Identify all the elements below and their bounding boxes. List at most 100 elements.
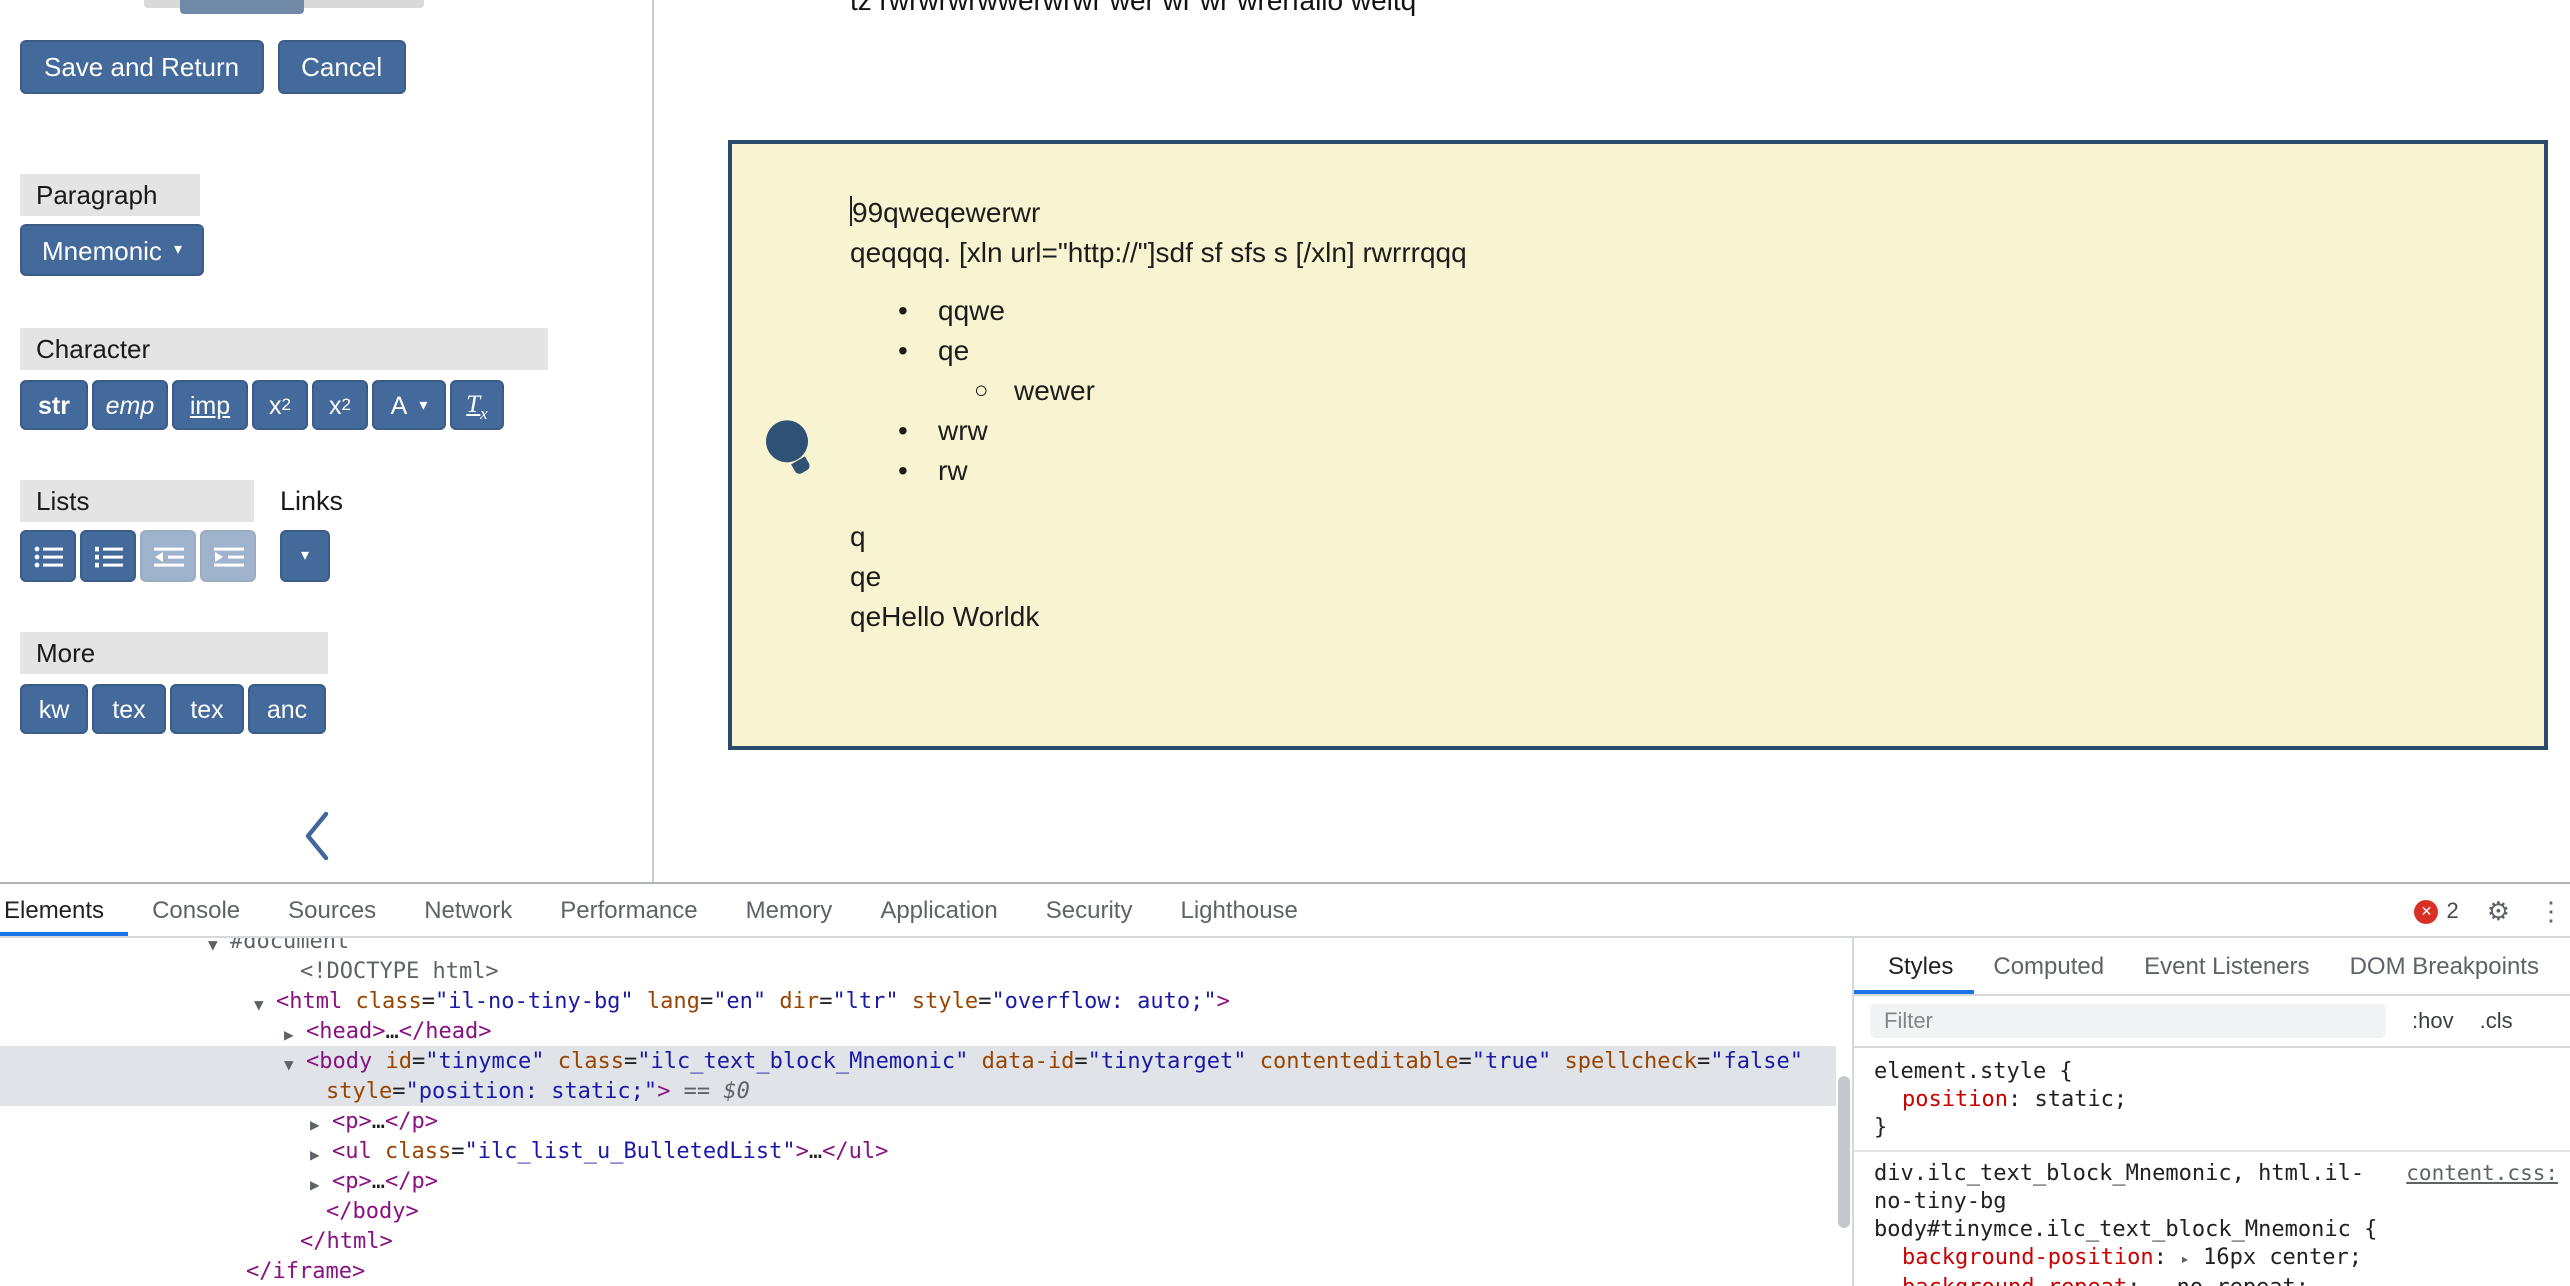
indent-button[interactable] — [200, 530, 256, 582]
mnemonic-block[interactable]: 99qweqewerwr qeqqqq. [xln url="http://"]… — [728, 140, 2548, 750]
devtools-tab-network[interactable]: Network — [400, 884, 536, 936]
collapsed-arrow-icon[interactable]: ▶ — [310, 1140, 320, 1166]
style-rule-line[interactable]: background-repeat: ▸ no-repeat; — [1854, 1274, 2570, 1286]
list-item: •qqwe — [850, 290, 2490, 330]
devtools-tab-console[interactable]: Console — [128, 884, 264, 936]
bulleted-list: •qqwe •qe ○wewer •wrw •rw — [850, 290, 2490, 490]
devtools-panel: ElementsConsoleSourcesNetworkPerformance… — [0, 882, 2570, 1286]
devtools-tab-memory[interactable]: Memory — [722, 884, 857, 936]
clipped-slider-thumb[interactable] — [180, 0, 304, 14]
scrollbar[interactable] — [1836, 938, 1852, 1286]
important-button[interactable]: imp — [172, 380, 248, 430]
cancel-button[interactable]: Cancel — [277, 40, 406, 94]
tex-button-2[interactable]: tex — [170, 684, 244, 734]
list-item: •rw — [850, 450, 2490, 490]
error-count-badge[interactable]: ✕2 — [2414, 899, 2458, 923]
style-filter-input[interactable] — [1870, 1004, 2386, 1038]
paragraph-text: 99qweqewerwr — [852, 196, 1040, 228]
dom-tree-line[interactable]: ▶<p>…</p> — [0, 1166, 1836, 1196]
style-rule-line[interactable]: } — [1854, 1114, 2570, 1142]
subscript-script: 2 — [342, 397, 351, 414]
outdent-button[interactable] — [140, 530, 196, 582]
sidebar-tab-event-listeners[interactable]: Event Listeners — [2124, 938, 2329, 994]
dom-tree-line[interactable]: </body> — [0, 1196, 1836, 1226]
collapsed-arrow-icon[interactable]: ▶ — [310, 1110, 320, 1136]
page-editor-content: tz rwrwrwrwwerwrwr wer wr wr wrerfallo w… — [656, 0, 2570, 882]
expanded-arrow-icon[interactable]: ▼ — [284, 1050, 294, 1076]
style-rule-line[interactable]: no-tiny-bg — [1854, 1188, 2570, 1216]
tex-button[interactable]: tex — [92, 684, 166, 734]
clear-format-button[interactable]: Tx — [450, 380, 504, 430]
stylesheet-link[interactable]: content.css: — [2406, 1160, 2558, 1188]
dom-tree-line[interactable]: </html> — [0, 1226, 1836, 1256]
error-count: 2 — [2446, 899, 2458, 923]
sidebar-tab-dom-breakpoints[interactable]: DOM Breakpoints — [2330, 938, 2559, 994]
devtools-tab-sources[interactable]: Sources — [264, 884, 400, 936]
expanded-arrow-icon[interactable]: ▼ — [254, 990, 264, 1016]
clipped-slider-track[interactable] — [144, 0, 424, 8]
settings-gear-icon[interactable]: ⚙ — [2487, 895, 2510, 927]
sidebar-tab-styles[interactable]: Styles — [1854, 938, 1973, 994]
list-item-text: wewer — [1014, 374, 1095, 406]
class-toggle[interactable]: .cls — [2480, 1009, 2513, 1033]
anchor-button[interactable]: anc — [248, 684, 326, 734]
collapse-panel-button[interactable] — [300, 808, 336, 874]
links-dropdown-button[interactable]: ▾ — [280, 530, 330, 582]
styles-sidebar: StylesComputedEvent ListenersDOM Breakpo… — [1852, 938, 2570, 1286]
links-section-label: Links — [280, 480, 343, 522]
styles-sidebar-tabs: StylesComputedEvent ListenersDOM Breakpo… — [1854, 938, 2570, 996]
dom-tree-line[interactable]: ▶<p>…</p> — [0, 1106, 1836, 1136]
save-and-return-button[interactable]: Save and Return — [20, 40, 263, 94]
dom-tree-line[interactable]: ▶<head>…</head> — [0, 1016, 1836, 1046]
devtools-body: ▼#document<!DOCTYPE html>▼<html class="i… — [0, 938, 2570, 1286]
keyword-button[interactable]: kw — [20, 684, 88, 734]
paragraph-style-dropdown[interactable]: Mnemonic ▾ — [20, 224, 204, 276]
style-rule-line[interactable]: element.style { — [1854, 1058, 2570, 1086]
error-icon: ✕ — [2414, 899, 2438, 923]
dom-tree: ▼#document<!DOCTYPE html>▼<html class="i… — [0, 938, 1836, 1286]
collapsed-arrow-icon[interactable]: ▶ — [284, 1020, 294, 1046]
caret-down-icon: ▾ — [419, 397, 427, 413]
expanded-arrow-icon[interactable]: ▼ — [208, 938, 218, 956]
clipped-paragraph-text[interactable]: tz rwrwrwrwwerwrwr wer wr wr wrerfallo w… — [850, 0, 1416, 16]
style-rule-line[interactable]: content.css:div.ilc_text_block_Mnemonic,… — [1854, 1160, 2570, 1188]
clear-format-glyph: Tx — [466, 389, 487, 421]
subscript-base: x — [329, 391, 342, 419]
style-rule-line[interactable]: background-position: ▸ 16px center; — [1854, 1244, 2570, 1274]
subscript-button[interactable]: x2 — [312, 380, 368, 430]
devtools-tab-performance[interactable]: Performance — [536, 884, 721, 936]
dom-tree-line[interactable]: </iframe> — [0, 1256, 1836, 1286]
bullet-list-icon — [33, 545, 63, 567]
mnemonic-text[interactable]: 99qweqewerwr qeqqqq. [xln url="http://"]… — [850, 192, 2490, 636]
superscript-button[interactable]: x2 — [252, 380, 308, 430]
dom-tree-line[interactable]: ▼<body id="tinymce" class="ilc_text_bloc… — [0, 1046, 1836, 1076]
dom-tree-line[interactable]: <!DOCTYPE html> — [0, 956, 1836, 986]
dom-tree-line[interactable]: ▼<html class="il-no-tiny-bg" lang="en" d… — [0, 986, 1836, 1016]
style-rule-line[interactable]: body#tinymce.ilc_text_block_Mnemonic { — [1854, 1216, 2570, 1244]
style-rule-line[interactable]: position: static; — [1854, 1086, 2570, 1114]
bullet-disc-icon: • — [898, 450, 908, 490]
outdent-icon — [153, 545, 183, 567]
sidebar-tab-computed[interactable]: Computed — [1973, 938, 2124, 994]
bullet-list-button[interactable] — [20, 530, 76, 582]
emphasis-button[interactable]: emp — [92, 380, 168, 430]
overflow-menu-icon[interactable]: ⋮ — [2538, 895, 2564, 927]
scrollbar-thumb[interactable] — [1838, 1076, 1850, 1228]
screen: Save and Return Cancel Paragraph Mnemoni… — [0, 0, 2570, 1286]
strong-button[interactable]: str — [20, 380, 88, 430]
hover-state-toggle[interactable]: :hov — [2412, 1009, 2454, 1033]
lists-section-label: Lists — [20, 480, 254, 522]
character-button-row: str emp imp x2 x2 A▾ Tx — [20, 380, 504, 430]
devtools-tab-elements[interactable]: Elements — [0, 884, 128, 936]
nested-list-item: ○wewer — [850, 370, 2490, 410]
dom-tree-line[interactable]: ▶<ul class="ilc_list_u_BulletedList">…</… — [0, 1136, 1836, 1166]
collapsed-arrow-icon[interactable]: ▶ — [310, 1170, 320, 1196]
dom-tree-line[interactable]: style="position: static;"> == $0 — [0, 1076, 1836, 1106]
paragraph-section-label: Paragraph — [20, 174, 200, 216]
font-dropdown-button[interactable]: A▾ — [372, 380, 446, 430]
dom-tree-line[interactable]: ▼#document — [0, 938, 1836, 956]
numbered-list-button[interactable] — [80, 530, 136, 582]
devtools-tab-security[interactable]: Security — [1022, 884, 1157, 936]
devtools-tab-lighthouse[interactable]: Lighthouse — [1156, 884, 1321, 936]
devtools-tab-application[interactable]: Application — [856, 884, 1021, 936]
